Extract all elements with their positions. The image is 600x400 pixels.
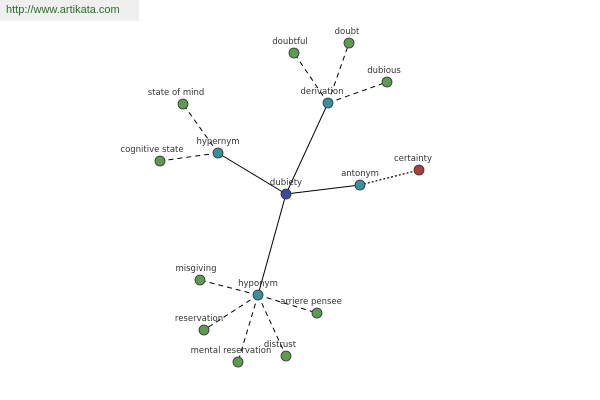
- word-graph-canvas: http://www.artikata.com dubiety derivatio…: [0, 0, 600, 400]
- node-derivation[interactable]: [322, 97, 334, 109]
- node-distrust[interactable]: [280, 350, 292, 362]
- node-label-certainty: certainty: [394, 154, 432, 164]
- node-label-hypernym: hypernym: [196, 137, 239, 147]
- node-certainty[interactable]: [413, 164, 425, 176]
- node-label-doubtful: doubtful: [272, 37, 307, 47]
- node-doubt[interactable]: [343, 37, 355, 49]
- labels-layer: dubiety derivation hypernym antonym hyponym d…: [120, 27, 432, 356]
- node-state-of-mind[interactable]: [177, 98, 189, 110]
- node-label-antonym: antonym: [341, 169, 379, 179]
- edge-hyponym-reservation: [203, 294, 259, 331]
- node-label-reservation: reservation: [175, 314, 223, 324]
- node-doubtful[interactable]: [288, 47, 300, 59]
- node-label-dubious: dubious: [367, 66, 401, 76]
- node-reservation[interactable]: [198, 324, 210, 336]
- node-antonym[interactable]: [354, 179, 366, 191]
- node-arriere-pensee[interactable]: [311, 307, 323, 319]
- node-label-derivation: derivation: [300, 87, 343, 97]
- node-label-mental-reservation: mental reservation: [191, 346, 272, 356]
- node-mental-reservation[interactable]: [232, 356, 244, 368]
- node-label-state-of-mind: state of mind: [148, 88, 205, 98]
- node-label-hyponym: hyponym: [238, 279, 278, 289]
- node-hyponym[interactable]: [252, 289, 264, 301]
- word-relation-graph: dubiety derivation hypernym antonym hyponym d…: [120, 27, 432, 368]
- node-hypernym[interactable]: [212, 147, 224, 159]
- node-dubiety[interactable]: [280, 188, 292, 200]
- node-cognitive-state[interactable]: [154, 155, 166, 167]
- node-dubious[interactable]: [381, 76, 393, 88]
- node-label-misgiving: misgiving: [175, 264, 216, 274]
- node-label-doubt: doubt: [335, 27, 360, 37]
- node-misgiving[interactable]: [194, 274, 206, 286]
- node-label-arriere-pensee: arriere pensee: [280, 297, 342, 307]
- node-label-distrust: distrust: [264, 340, 297, 350]
- node-label-cognitive-state: cognitive state: [120, 145, 183, 155]
- node-label-dubiety: dubiety: [270, 178, 302, 188]
